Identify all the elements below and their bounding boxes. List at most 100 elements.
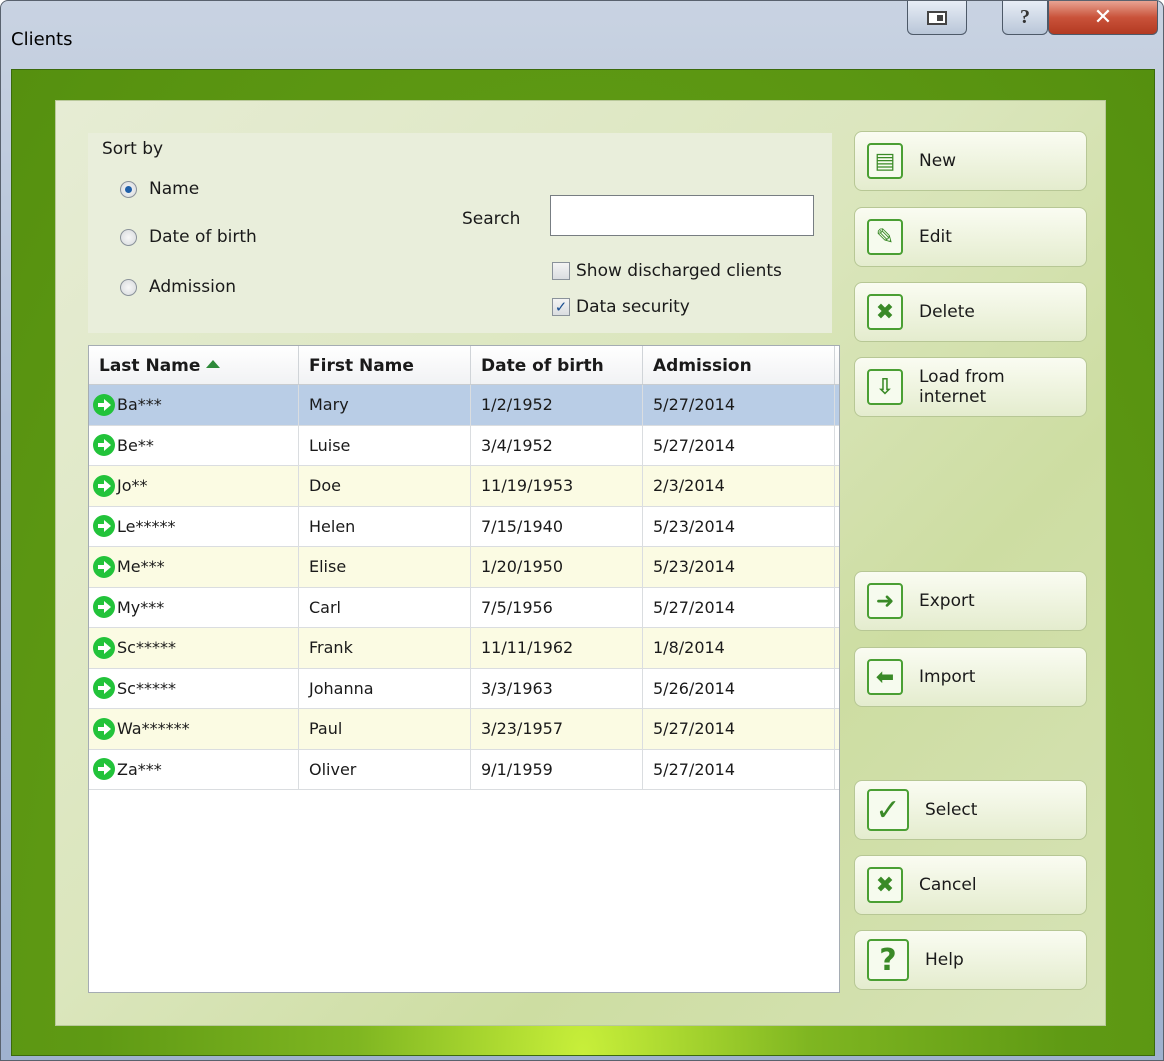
cell-first-name: Frank: [299, 628, 471, 668]
table-row[interactable]: My*** Carl 7/5/1956 5/27/2014: [89, 587, 839, 628]
checkbox-checked[interactable]: ✓: [552, 298, 570, 316]
table-row[interactable]: Wa****** Paul 3/23/1957 5/27/2014: [89, 709, 839, 750]
select-button[interactable]: ✓ Select: [854, 780, 1087, 840]
arrow-right-icon[interactable]: [93, 677, 115, 700]
table-row[interactable]: Sc***** Johanna 3/3/1963 5/26/2014: [89, 668, 839, 709]
table-row[interactable]: Jo** Doe 11/19/1953 2/3/2014: [89, 466, 839, 507]
cell-first-name: Mary: [299, 385, 471, 425]
cell-admission: 2/3/2014: [643, 466, 835, 506]
arrow-right-icon[interactable]: [93, 434, 115, 457]
radio-button-checked[interactable]: [120, 180, 137, 198]
arrow-right-icon[interactable]: [93, 596, 115, 619]
table-row[interactable]: Be** Luise 3/4/1952 5/27/2014: [89, 425, 839, 466]
arrow-right-icon[interactable]: [93, 393, 115, 416]
cell-date-of-birth: 3/23/1957: [471, 709, 643, 749]
cell-first-name: Helen: [299, 506, 471, 546]
radio-button[interactable]: [120, 228, 137, 246]
radio-date-of-birth[interactable]: Date of birth: [120, 227, 257, 247]
checkbox-unchecked[interactable]: [552, 262, 570, 280]
import-button[interactable]: ⬅ Import: [854, 647, 1087, 707]
cell-date-of-birth: 1/2/1952: [471, 385, 643, 425]
radio-date-of-birth-label: Date of birth: [149, 227, 257, 247]
cell-first-name: Elise: [299, 547, 471, 587]
title-bar[interactable]: Clients ? ✕: [1, 1, 1163, 69]
cell-admission: 5/26/2014: [643, 668, 835, 708]
clients-table: Last Name First Name Date of birth Admis…: [88, 345, 840, 993]
show-discharged-checkbox[interactable]: Show discharged clients: [552, 261, 782, 281]
help-button[interactable]: ? Help: [854, 930, 1087, 990]
table-row[interactable]: Me*** Elise 1/20/1950 5/23/2014: [89, 547, 839, 588]
delete-icon: ✖: [867, 294, 903, 330]
radio-name[interactable]: Name: [120, 179, 199, 199]
cell-date-of-birth: 1/20/1950: [471, 547, 643, 587]
search-input[interactable]: [550, 195, 814, 236]
edit-button[interactable]: ✎ Edit: [854, 207, 1087, 267]
delete-button[interactable]: ✖ Delete: [854, 282, 1087, 342]
column-header-date-of-birth[interactable]: Date of birth: [471, 346, 643, 384]
column-header-admission[interactable]: Admission: [643, 346, 835, 384]
table-row[interactable]: Ba*** Mary 1/2/1952 5/27/2014: [89, 385, 839, 426]
cancel-icon: ✖: [867, 867, 903, 903]
download-icon: ⇩: [867, 369, 903, 405]
sort-ascending-icon: [206, 360, 221, 368]
arrow-right-icon[interactable]: [93, 474, 115, 497]
close-button[interactable]: ✕: [1048, 1, 1158, 35]
import-icon: ⬅: [867, 659, 903, 695]
sort-group: Sort by Name Date of birth Admission Sea…: [88, 133, 832, 333]
table-row[interactable]: Le***** Helen 7/15/1940 5/23/2014: [89, 506, 839, 547]
cell-text: Le*****: [117, 516, 176, 536]
cell-last-name: Sc*****: [89, 628, 299, 668]
cell-admission: 5/23/2014: [643, 506, 835, 546]
cell-admission: 1/8/2014: [643, 628, 835, 668]
arrow-right-icon[interactable]: [93, 555, 115, 578]
cell-last-name: Ba***: [89, 385, 299, 425]
cell-date-of-birth: 7/5/1956: [471, 587, 643, 627]
column-header-last-name[interactable]: Last Name: [89, 346, 299, 384]
cancel-button-label: Cancel: [919, 875, 977, 895]
select-button-label: Select: [925, 800, 978, 820]
load-from-internet-button[interactable]: ⇩ Load from internet: [854, 357, 1087, 417]
cell-date-of-birth: 3/3/1963: [471, 668, 643, 708]
new-document-icon: ▤: [867, 143, 903, 179]
cell-date-of-birth: 9/1/1959: [471, 749, 643, 789]
arrow-right-icon[interactable]: [93, 717, 115, 740]
cell-text: Za***: [117, 759, 162, 779]
arrow-right-icon[interactable]: [93, 636, 115, 659]
cell-last-name: Le*****: [89, 506, 299, 546]
dock-icon: [927, 10, 947, 25]
arrow-right-icon[interactable]: [93, 758, 115, 781]
radio-admission-label: Admission: [149, 277, 237, 297]
cell-admission: 5/27/2014: [643, 385, 835, 425]
table-header: Last Name First Name Date of birth Admis…: [89, 346, 839, 385]
new-button[interactable]: ▤ New: [854, 131, 1087, 191]
radio-name-label: Name: [149, 179, 200, 199]
arrow-right-icon[interactable]: [93, 515, 115, 538]
sort-by-label: Sort by: [102, 139, 164, 159]
cell-text: Sc*****: [117, 638, 176, 658]
load-from-internet-label: Load from internet: [919, 367, 1005, 407]
cell-first-name: Oliver: [299, 749, 471, 789]
cell-last-name: Za***: [89, 749, 299, 789]
column-header-first-name[interactable]: First Name: [299, 346, 471, 384]
cancel-button[interactable]: ✖ Cancel: [854, 855, 1087, 915]
table-row[interactable]: Sc***** Frank 11/11/1962 1/8/2014: [89, 628, 839, 669]
cell-first-name: Carl: [299, 587, 471, 627]
edit-icon: ✎: [867, 219, 903, 255]
question-icon: ?: [1020, 6, 1030, 28]
help-button-label: Help: [925, 950, 964, 970]
radio-admission[interactable]: Admission: [120, 277, 236, 297]
cell-last-name: Me***: [89, 547, 299, 587]
data-security-checkbox[interactable]: ✓ Data security: [552, 297, 690, 317]
export-button-label: Export: [919, 591, 975, 611]
cell-text: Ba***: [117, 395, 162, 415]
cell-last-name: My***: [89, 587, 299, 627]
radio-button[interactable]: [120, 278, 137, 296]
export-button[interactable]: ➜ Export: [854, 571, 1087, 631]
cell-admission: 5/27/2014: [643, 709, 835, 749]
table-row[interactable]: Za*** Oliver 9/1/1959 5/27/2014: [89, 749, 839, 790]
column-header-label: First Name: [309, 356, 414, 376]
dock-button[interactable]: [907, 1, 967, 35]
help-title-button[interactable]: ?: [1002, 1, 1048, 35]
cell-admission: 5/27/2014: [643, 587, 835, 627]
cell-text: Jo**: [117, 476, 148, 496]
